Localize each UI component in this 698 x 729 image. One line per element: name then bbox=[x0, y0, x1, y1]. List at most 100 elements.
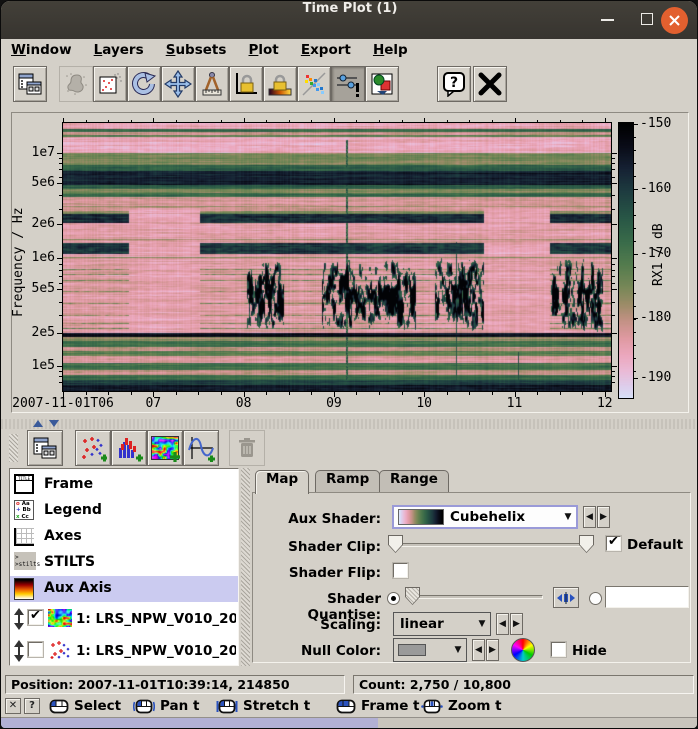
x-minor-tick bbox=[537, 392, 538, 395]
add-position-layer-icon bbox=[79, 434, 107, 462]
layer-row-spectrogram[interactable]: 1: LRS_NPW_V010_20071101 bbox=[10, 604, 238, 634]
splitter[interactable] bbox=[1, 419, 698, 429]
sketch-frames-button[interactable] bbox=[297, 66, 331, 102]
help-button[interactable]: ? bbox=[437, 66, 471, 102]
menu-layers[interactable]: Layers bbox=[94, 42, 144, 58]
spectrogram-plot[interactable] bbox=[63, 123, 611, 391]
tool-pan-t[interactable]: Pan t bbox=[133, 697, 199, 715]
x-minor-tick bbox=[356, 120, 357, 123]
tab-range[interactable]: Range bbox=[379, 470, 449, 492]
hide-checkbox[interactable] bbox=[551, 642, 566, 657]
null-color-combo[interactable]: ▼ bbox=[393, 638, 467, 662]
reorder-handle-icon[interactable] bbox=[13, 608, 25, 630]
measure-distance-button[interactable] bbox=[195, 66, 229, 102]
x-minor-tick bbox=[469, 392, 470, 395]
color-wheel-button[interactable] bbox=[511, 638, 535, 662]
add-function-layer-icon bbox=[187, 434, 215, 462]
lock-aux-range-button[interactable] bbox=[263, 66, 297, 102]
subset-from-visible-button[interactable] bbox=[93, 66, 127, 102]
tool-select[interactable]: Select bbox=[49, 697, 121, 715]
chevron-down-icon: ▼ bbox=[560, 512, 576, 522]
replot-button[interactable] bbox=[127, 66, 161, 102]
add-position-layer-button[interactable] bbox=[75, 430, 111, 466]
colorbar-minor-tick bbox=[633, 215, 636, 216]
aux-shader-combo[interactable]: Cubehelix ▼ bbox=[392, 505, 578, 529]
maximize-button[interactable] bbox=[635, 9, 659, 31]
quantise-text-field[interactable] bbox=[605, 586, 689, 608]
sketch-frames-icon bbox=[301, 71, 327, 97]
null-color-next-button[interactable]: ▶ bbox=[486, 639, 499, 661]
plot-panel: Frequency / Hz RX1 / dB 2007-11-01T06070… bbox=[1, 107, 698, 419]
resize-plot-button[interactable] bbox=[161, 66, 195, 102]
x-minor-tick bbox=[221, 392, 222, 395]
tab-map[interactable]: Map bbox=[255, 470, 309, 494]
reorder-handle-icon[interactable] bbox=[13, 640, 25, 662]
y-minor-tick bbox=[59, 270, 63, 271]
new-plot-window-button[interactable] bbox=[13, 66, 47, 102]
list-item-axes[interactable]: Axes bbox=[10, 524, 238, 550]
shader-clip-low-thumb[interactable] bbox=[388, 535, 403, 553]
scaling-combo[interactable]: linear ▼ bbox=[393, 612, 491, 636]
y-minor-tick bbox=[611, 177, 615, 178]
aux-shader-next-button[interactable]: ▶ bbox=[597, 506, 610, 528]
scaling-prev-button[interactable]: ◀ bbox=[496, 613, 509, 635]
list-item-stilts[interactable]: >>stilts STILTS bbox=[10, 550, 238, 576]
add-histogram-layer-button[interactable] bbox=[111, 430, 147, 466]
y-minor-tick bbox=[611, 195, 615, 196]
list-item-aux-axis[interactable]: Aux Axis bbox=[10, 576, 238, 602]
export-image-button[interactable] bbox=[365, 66, 399, 102]
scaling-next-button[interactable]: ▶ bbox=[510, 613, 523, 635]
tool-zoom-t[interactable]: Zoom t bbox=[421, 697, 502, 715]
colorbar-minor-tick bbox=[633, 189, 636, 190]
add-spectrogram-layer-button[interactable] bbox=[147, 430, 183, 466]
y-minor-tick bbox=[611, 371, 615, 372]
y-minor-tick bbox=[611, 169, 615, 170]
splitter-down-icon[interactable] bbox=[49, 420, 59, 427]
y-minor-tick bbox=[59, 315, 63, 316]
menu-subsets[interactable]: Subsets bbox=[166, 42, 227, 58]
list-item-legend[interactable]: o Aa+ Bbx Cc Legend bbox=[10, 498, 238, 524]
tool-stretch-t[interactable]: Stretch t bbox=[216, 697, 310, 715]
quantise-track[interactable] bbox=[407, 595, 543, 599]
y-tick-label: 5e6 bbox=[1, 175, 55, 190]
layer-visible-checkbox[interactable] bbox=[28, 642, 43, 657]
titlebar[interactable]: Time Plot (1) bbox=[1, 1, 698, 39]
menu-plot[interactable]: Plot bbox=[249, 42, 279, 58]
layer-row-scatter[interactable]: 1: LRS_NPW_V010_20071101 bbox=[10, 636, 238, 666]
menu-window[interactable]: Window bbox=[11, 42, 72, 58]
lock-axes-button[interactable] bbox=[229, 66, 263, 102]
quantise-text-radio[interactable] bbox=[589, 592, 602, 605]
shader-flip-checkbox[interactable] bbox=[393, 563, 408, 578]
toolbar-drag-handle[interactable] bbox=[9, 434, 18, 462]
menu-help[interactable]: Help bbox=[373, 42, 408, 58]
splitter-up-icon[interactable] bbox=[33, 420, 43, 427]
y-minor-tick bbox=[611, 209, 615, 210]
default-checkbox[interactable] bbox=[606, 536, 621, 551]
y-major-tick bbox=[57, 289, 63, 290]
plot-window-list-button[interactable] bbox=[27, 430, 63, 466]
shader-clip-high-thumb[interactable] bbox=[579, 535, 594, 553]
show-progress-button[interactable] bbox=[331, 66, 365, 102]
minimize-button[interactable] bbox=[595, 9, 619, 31]
panel-divider[interactable] bbox=[241, 468, 250, 666]
nav-help-button[interactable]: ? bbox=[24, 698, 40, 714]
close-window-button[interactable] bbox=[473, 66, 507, 102]
list-item-frame[interactable]: TITLE Frame bbox=[10, 472, 238, 498]
quantise-slider-radio[interactable] bbox=[387, 592, 400, 605]
y-major-tick bbox=[611, 289, 617, 290]
shader-clip-track[interactable] bbox=[395, 543, 587, 547]
mouse-pan-icon bbox=[133, 699, 155, 714]
null-color-prev-button[interactable]: ◀ bbox=[472, 639, 485, 661]
aux-shader-prev-button[interactable]: ◀ bbox=[583, 506, 596, 528]
quantise-fit-button[interactable] bbox=[553, 587, 579, 608]
x-minor-tick bbox=[311, 392, 312, 395]
tool-frame-t[interactable]: Frame t bbox=[336, 697, 420, 715]
quantise-thumb[interactable] bbox=[405, 587, 420, 605]
close-button[interactable] bbox=[661, 7, 688, 34]
tab-ramp[interactable]: Ramp bbox=[315, 470, 380, 492]
nav-close-button[interactable]: ✕ bbox=[5, 698, 21, 714]
menu-export[interactable]: Export bbox=[301, 42, 351, 58]
layer-visible-checkbox[interactable] bbox=[28, 610, 43, 625]
add-function-layer-button[interactable] bbox=[183, 430, 219, 466]
y-minor-tick bbox=[611, 382, 615, 383]
